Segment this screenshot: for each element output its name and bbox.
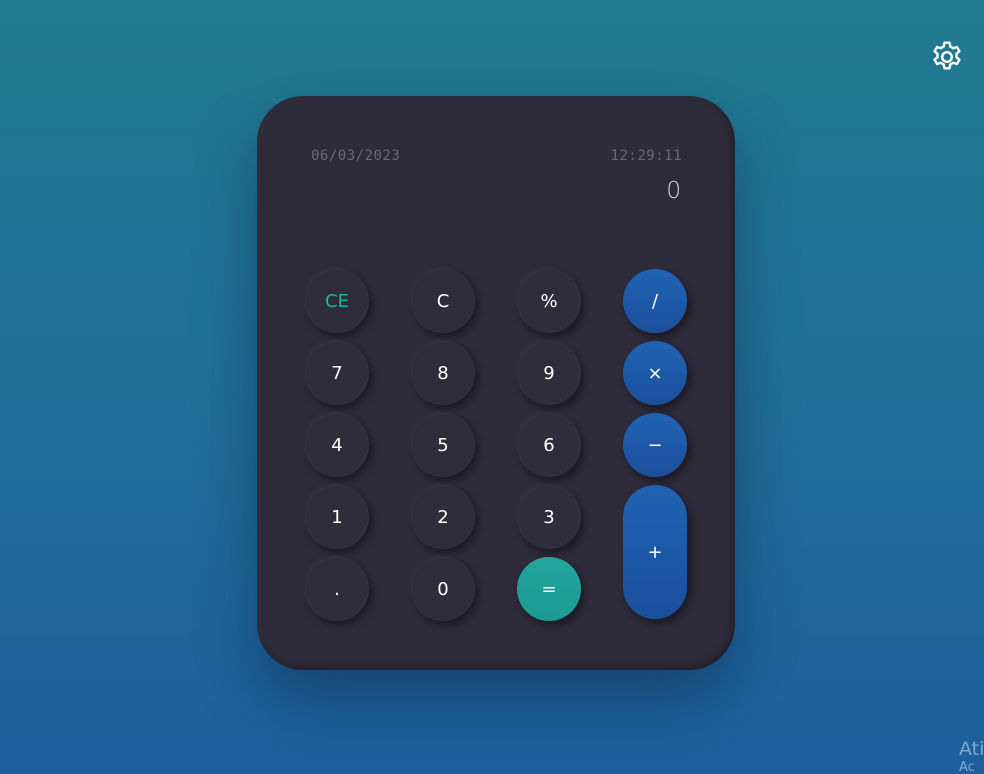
gear-icon (929, 39, 965, 79)
time-display: 12:29:11 (610, 148, 682, 164)
digit-7-button[interactable]: 7 (305, 341, 369, 405)
digit-2-button[interactable]: 2 (411, 485, 475, 549)
activation-watermark: Ati Ac (959, 737, 984, 774)
digit-0-button[interactable]: 0 (411, 557, 475, 621)
digit-1-button[interactable]: 1 (305, 485, 369, 549)
multiply-button[interactable]: × (623, 341, 687, 405)
digit-5-button[interactable]: 5 (411, 413, 475, 477)
divide-button[interactable]: / (623, 269, 687, 333)
decimal-button[interactable]: . (305, 557, 369, 621)
result-display: 0 (666, 178, 681, 204)
add-button[interactable]: + (623, 485, 687, 619)
digit-4-button[interactable]: 4 (305, 413, 369, 477)
digit-3-button[interactable]: 3 (517, 485, 581, 549)
settings-button[interactable] (928, 40, 966, 78)
digit-6-button[interactable]: 6 (517, 413, 581, 477)
clear-entry-button[interactable]: CE (305, 269, 369, 333)
digit-8-button[interactable]: 8 (411, 341, 475, 405)
calculator: 06/03/2023 12:29:11 0 CE C % / 7 8 9 × 4… (257, 96, 735, 670)
subtract-button[interactable]: − (623, 413, 687, 477)
percent-button[interactable]: % (517, 269, 581, 333)
digit-9-button[interactable]: 9 (517, 341, 581, 405)
date-display: 06/03/2023 (311, 148, 401, 164)
clear-button[interactable]: C (411, 269, 475, 333)
watermark-line-2: Ac (959, 760, 975, 774)
equals-button[interactable]: = (517, 557, 581, 621)
watermark-line-1: Ati (959, 738, 984, 760)
